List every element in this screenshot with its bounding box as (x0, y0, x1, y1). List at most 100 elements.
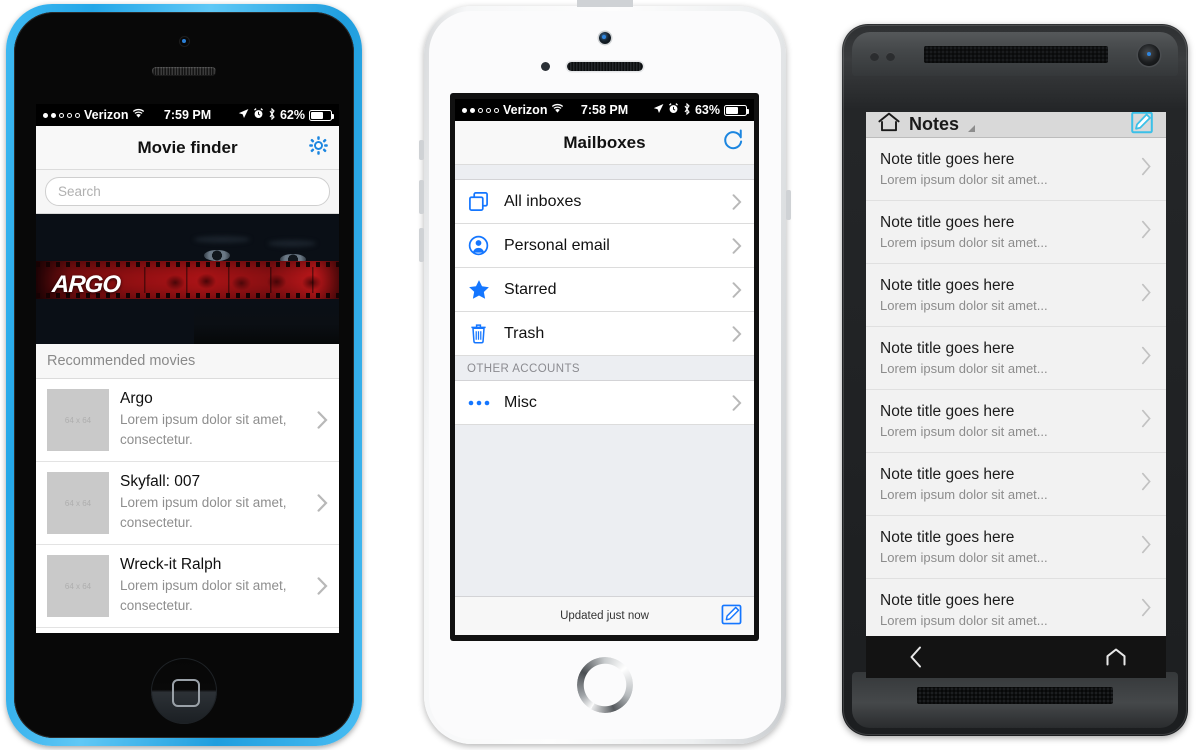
hero-eye-left (204, 250, 230, 261)
battery-icon (309, 109, 334, 121)
note-preview: Lorem ipsum dolor sit amet... (880, 235, 1048, 250)
section-header-other-accounts: OTHER ACCOUNTS (455, 356, 754, 381)
hero-banner-argo[interactable]: ARGO (36, 214, 339, 344)
movie-description: Lorem ipsum dolor sit amet, consectetur. (120, 412, 287, 447)
chevron-right-icon (1141, 283, 1152, 307)
carrier-label: Verizon (503, 103, 548, 117)
location-arrow-icon (238, 108, 249, 122)
mute-switch[interactable] (419, 140, 424, 160)
list-item-label: Trash (504, 324, 545, 342)
navbar-mailboxes: Mailboxes (455, 121, 754, 165)
list-item[interactable]: Note title goes here Lorem ipsum dolor s… (866, 138, 1166, 201)
power-button[interactable] (577, 0, 633, 7)
volume-up-button[interactable] (419, 180, 424, 214)
person-circle-icon (467, 235, 490, 256)
bottom-speaker-grill (917, 687, 1113, 704)
chevron-right-icon (317, 577, 328, 595)
list-item-label: All inboxes (504, 192, 582, 210)
device-showcase: Verizon 7:59 PM 62% Movie finder Search … (0, 0, 1200, 750)
note-title: Note title goes here (880, 403, 1015, 420)
list-item[interactable]: Note title goes here Lorem ipsum dolor s… (866, 390, 1166, 453)
chevron-right-icon (732, 193, 742, 210)
battery-percent-label: 62% (279, 108, 305, 122)
signal-dots-icon (43, 112, 80, 118)
list-item[interactable]: 64 x 64 Skyfall: 007 Lorem ipsum dolor s… (36, 462, 339, 545)
movie-title: Argo (120, 390, 153, 408)
list-item[interactable]: Note title goes here Lorem ipsum dolor s… (866, 327, 1166, 390)
list-item-label: Misc (504, 393, 537, 411)
list-item-misc[interactable]: Misc (455, 381, 754, 425)
ambient-light-sensor (886, 52, 895, 61)
alarm-clock-icon (668, 103, 679, 117)
chevron-right-icon (1141, 346, 1152, 370)
section-header-recommended: Recommended movies (36, 344, 339, 379)
list-item[interactable]: Note title goes here Lorem ipsum dolor s… (866, 264, 1166, 327)
note-preview: Lorem ipsum dolor sit amet... (880, 172, 1048, 187)
note-preview: Lorem ipsum dolor sit amet... (880, 424, 1048, 439)
earpiece-speaker-grill (924, 46, 1108, 63)
list-item-partial[interactable] (36, 628, 339, 633)
inboxes-stack-icon (467, 191, 490, 212)
gear-icon[interactable] (308, 135, 329, 161)
list-item-label: Personal email (504, 236, 610, 254)
volume-down-button[interactable] (419, 228, 424, 262)
trash-icon (467, 323, 490, 344)
proximity-sensor (870, 52, 879, 61)
empty-list-area (455, 425, 754, 596)
screen-notes[interactable]: Notes Note title goes here Lorem ipsum d… (866, 112, 1166, 636)
movie-thumbnail: 64 x 64 (47, 555, 109, 617)
search-input[interactable]: Search (45, 177, 330, 206)
note-preview: Lorem ipsum dolor sit amet... (880, 550, 1048, 565)
chevron-right-icon (1141, 598, 1152, 622)
list-item-personal-email[interactable]: Personal email (455, 224, 754, 268)
note-title: Note title goes here (880, 277, 1015, 294)
list-item-starred[interactable]: Starred (455, 268, 754, 312)
search-bar-container: Search (36, 170, 339, 214)
dropdown-triangle-icon[interactable] (968, 124, 976, 132)
refresh-icon[interactable] (723, 128, 744, 157)
battery-percent-label: 63% (694, 103, 720, 117)
chevron-right-icon (317, 494, 328, 512)
home-outline-icon[interactable] (1086, 636, 1146, 678)
screen-mailboxes[interactable]: Verizon 7:58 PM 63% Mailboxes All inboxe… (455, 99, 754, 635)
earpiece-speaker (152, 67, 216, 75)
side-button[interactable] (786, 190, 791, 220)
android-navigation-bar (866, 636, 1166, 678)
compose-icon[interactable] (1130, 112, 1154, 139)
list-item[interactable]: Note title goes here Lorem ipsum dolor s… (866, 516, 1166, 579)
chevron-right-icon (1141, 220, 1152, 244)
proximity-sensor (541, 62, 550, 71)
list-item[interactable]: Note title goes here Lorem ipsum dolor s… (866, 201, 1166, 264)
page-title: Notes (909, 114, 960, 134)
list-item-trash[interactable]: Trash (455, 312, 754, 356)
list-item[interactable]: 64 x 64 Wreck-it Ralph Lorem ipsum dolor… (36, 545, 339, 628)
note-preview: Lorem ipsum dolor sit amet... (880, 487, 1048, 502)
hero-brow-left (194, 236, 250, 243)
screen-movie-finder[interactable]: Verizon 7:59 PM 62% Movie finder Search … (36, 104, 339, 633)
list-item[interactable]: Note title goes here Lorem ipsum dolor s… (866, 579, 1166, 636)
movie-title: Wreck-it Ralph (120, 556, 222, 574)
battery-icon (724, 104, 749, 116)
list-item-all-inboxes[interactable]: All inboxes (455, 180, 754, 224)
list-item[interactable]: Note title goes here Lorem ipsum dolor s… (866, 453, 1166, 516)
update-status-label: Updated just now (560, 610, 649, 622)
argo-logo: ARGO (51, 271, 121, 298)
htc-bottom-bezel (852, 672, 1178, 728)
chevron-right-icon (1141, 535, 1152, 559)
location-arrow-icon (653, 103, 664, 117)
home-button[interactable] (151, 658, 217, 724)
note-preview: Lorem ipsum dolor sit amet... (880, 298, 1048, 313)
alarm-clock-icon (253, 108, 264, 122)
back-chevron-icon[interactable] (886, 636, 946, 678)
chevron-right-icon (732, 237, 742, 254)
htc-top-bezel (852, 32, 1178, 76)
ios-status-bar: Verizon 7:59 PM 62% (36, 104, 339, 126)
page-title: Movie finder (137, 137, 238, 157)
compose-icon[interactable] (721, 604, 742, 628)
hero-beard (193, 300, 339, 344)
home-icon[interactable] (878, 112, 900, 137)
list-item-label: Starred (504, 280, 557, 298)
home-button-touchid[interactable] (577, 657, 633, 713)
list-item[interactable]: 64 x 64 Argo Lorem ipsum dolor sit amet,… (36, 379, 339, 462)
bluetooth-icon (268, 107, 276, 123)
